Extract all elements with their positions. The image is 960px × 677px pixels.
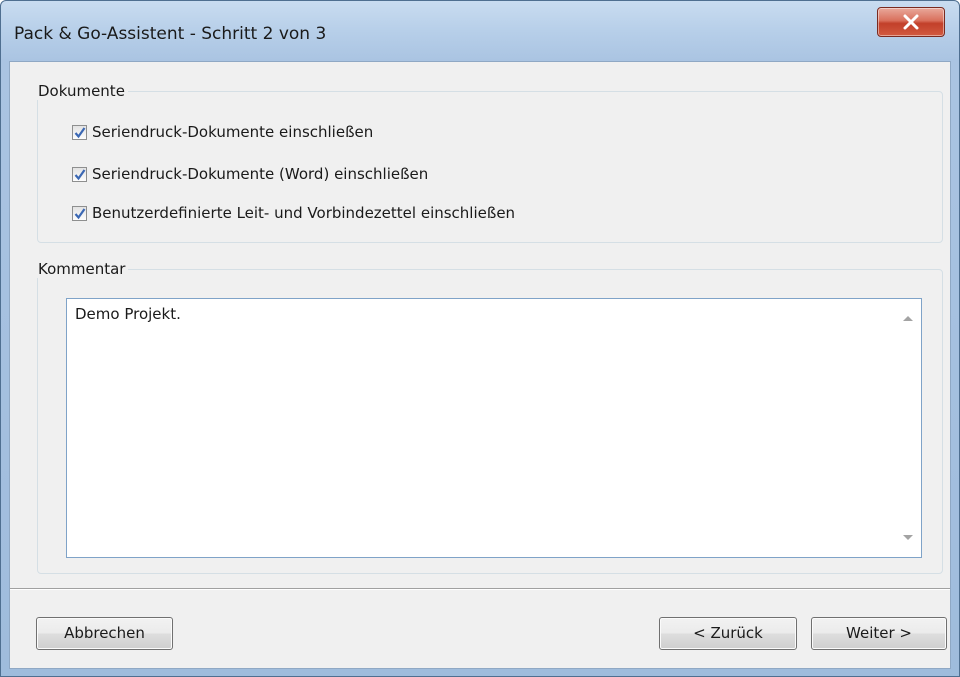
option-include-merge-documents[interactable]: Seriendruck-Dokumente einschließen [72,122,373,142]
documents-groupbox: Dokumente Seriendruck-Dokumente einschli… [36,82,943,243]
word-merge-documents-checkbox[interactable] [72,166,87,182]
merge-documents-checkbox[interactable] [72,124,87,140]
merge-documents-label: Seriendruck-Dokumente einschließen [92,123,374,141]
checkmark-icon [74,126,86,138]
scroll-down-icon[interactable] [903,535,913,540]
comment-scrollbar[interactable] [895,299,921,557]
cancel-button[interactable]: Abbrechen [36,617,173,650]
option-include-word-merge-documents[interactable]: Seriendruck-Dokumente (Word) einschließe… [72,164,428,184]
close-icon [903,14,919,30]
wizard-window: Pack & Go-Assistent - Schritt 2 von 3 Do… [0,0,960,677]
comment-groupbox: Kommentar Demo Projekt. [36,260,943,574]
option-include-custom-slips[interactable]: Benutzerdefinierte Leit- und Vorbindezet… [72,203,515,223]
custom-slips-label: Benutzerdefinierte Leit- und Vorbindezet… [92,204,516,222]
dialog-client-area: Dokumente Seriendruck-Dokumente einschli… [9,61,951,669]
comment-text: Demo Projekt. [75,305,181,323]
comment-textarea[interactable]: Demo Projekt. [66,298,922,558]
footer-separator [10,588,950,590]
close-button[interactable] [877,7,945,37]
window-title: Pack & Go-Assistent - Schritt 2 von 3 [14,24,327,44]
title-bar[interactable]: Pack & Go-Assistent - Schritt 2 von 3 [1,1,959,61]
comment-legend: Kommentar [36,260,129,278]
checkmark-icon [74,168,86,180]
checkmark-icon [74,207,86,219]
back-button[interactable]: < Zurück [659,617,797,650]
next-button[interactable]: Weiter > [811,617,947,650]
documents-legend: Dokumente [36,82,128,100]
word-merge-documents-label: Seriendruck-Dokumente (Word) einschließe… [92,165,429,183]
scroll-up-icon[interactable] [903,316,913,321]
custom-slips-checkbox[interactable] [72,205,87,221]
